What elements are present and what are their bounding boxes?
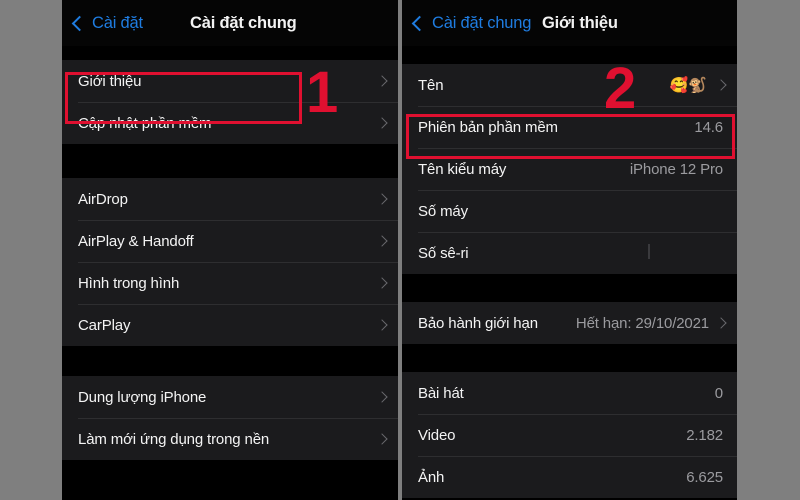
left-navigation-bar: Cài đặt Cài đặt chung (62, 0, 398, 46)
row-value: Hết hạn: 29/10/2021 (575, 314, 709, 332)
left-section-about: Giới thiệu Cập nhật phần mềm (62, 60, 398, 144)
row-label: Số sê-ri (418, 244, 469, 262)
row-label: AirDrop (78, 190, 128, 208)
row-so-may: Số máy (402, 190, 737, 232)
row-video: Video 2.182 (402, 414, 737, 456)
back-to-settings-button[interactable]: Cài đặt (71, 13, 143, 33)
chevron-right-icon (376, 277, 388, 289)
section-gap (62, 460, 398, 492)
row-label: Bảo hành giới hạn (418, 314, 538, 332)
device-name-emoji: 🥰🐒 (669, 77, 707, 94)
section-gap (62, 46, 398, 60)
left-section-storage: Dung lượng iPhone Làm mới ứng dụng trong… (62, 376, 398, 460)
row-label: Tên kiểu máy (418, 160, 507, 178)
row-airdrop[interactable]: AirDrop (62, 178, 398, 220)
back-to-general-settings-button[interactable]: Cài đặt chung (411, 13, 532, 33)
row-dung-luong-iphone[interactable]: Dung lượng iPhone (62, 376, 398, 418)
row-label: Giới thiệu (78, 72, 142, 90)
row-value: 14.6 (694, 118, 723, 136)
right-page-title: Giới thiệu (542, 13, 618, 32)
row-label: Dung lượng iPhone (78, 388, 207, 406)
row-so-se-ri: Số sê-ri (402, 232, 737, 274)
row-label: Phiên bản phần mềm (418, 118, 558, 136)
chevron-right-icon (715, 79, 727, 91)
right-section-media-counts: Bài hát 0 Video 2.182 Ảnh 6.625 (402, 372, 737, 498)
row-ten[interactable]: Tên 🥰🐒 (402, 64, 737, 106)
chevron-right-icon (376, 433, 388, 445)
section-gap (62, 144, 398, 178)
general-settings-screen: Cài đặt Cài đặt chung Giới thiệu Cập nhậ… (62, 0, 398, 500)
chevron-right-icon (376, 319, 388, 331)
section-gap (402, 344, 737, 372)
screenshot-root: Cài đặt Cài đặt chung Giới thiệu Cập nhậ… (0, 0, 800, 500)
chevron-left-icon (71, 15, 88, 31)
row-label: Số máy (418, 202, 468, 220)
row-cap-nhat-phan-mem[interactable]: Cập nhật phần mềm (62, 102, 398, 144)
chevron-right-icon (715, 317, 727, 329)
row-value: iPhone 12 Pro (629, 160, 723, 178)
left-page-title: Cài đặt chung (190, 13, 297, 32)
chevron-left-icon (411, 15, 428, 31)
row-value: 0 (714, 384, 723, 402)
row-hinh-trong-hinh[interactable]: Hình trong hình (62, 262, 398, 304)
section-gap (402, 46, 737, 64)
row-label: Video (418, 426, 456, 444)
row-label: Ảnh (418, 468, 445, 486)
row-phien-ban-phan-mem: Phiên bản phần mềm 14.6 (402, 106, 737, 148)
row-ten-kieu-may: Tên kiểu máy iPhone 12 Pro (402, 148, 737, 190)
row-airplay-handoff[interactable]: AirPlay & Handoff (62, 220, 398, 262)
row-anh: Ảnh 6.625 (402, 456, 737, 498)
chevron-right-icon (376, 235, 388, 247)
back-button-label: Cài đặt chung (432, 13, 532, 32)
right-section-device-info: Tên 🥰🐒 Phiên bản phần mềm 14.6 Tên kiểu … (402, 64, 737, 274)
row-label: CarPlay (78, 316, 131, 334)
row-label: Tên (418, 76, 444, 94)
row-label: Hình trong hình (78, 274, 180, 292)
chevron-right-icon (376, 117, 388, 129)
row-lam-moi-ung-dung-trong-nen[interactable]: Làm mới ứng dụng trong nền (62, 418, 398, 460)
row-label: Bài hát (418, 384, 464, 402)
row-bao-hanh-gioi-han[interactable]: Bảo hành giới hạn Hết hạn: 29/10/2021 (402, 302, 737, 344)
row-value: 6.625 (686, 468, 723, 486)
section-gap (62, 346, 398, 376)
row-label: Cập nhật phần mềm (78, 114, 212, 132)
back-button-label: Cài đặt (92, 13, 143, 32)
chevron-right-icon (376, 391, 388, 403)
row-label: AirPlay & Handoff (78, 232, 194, 250)
left-section-connectivity: AirDrop AirPlay & Handoff Hình trong hìn… (62, 178, 398, 346)
row-value: 2.182 (686, 426, 723, 444)
row-gioi-thieu[interactable]: Giới thiệu (62, 60, 398, 102)
about-screen: Cài đặt chung Giới thiệu Tên 🥰🐒 Phiên bả… (402, 0, 737, 500)
section-gap (402, 274, 737, 302)
chevron-right-icon (376, 193, 388, 205)
row-label: Làm mới ứng dụng trong nền (78, 430, 270, 448)
text-caret (648, 244, 650, 259)
right-navigation-bar: Cài đặt chung Giới thiệu (402, 0, 737, 46)
right-section-warranty: Bảo hành giới hạn Hết hạn: 29/10/2021 (402, 302, 737, 344)
row-carplay[interactable]: CarPlay (62, 304, 398, 346)
chevron-right-icon (376, 75, 388, 87)
row-bai-hat: Bài hát 0 (402, 372, 737, 414)
